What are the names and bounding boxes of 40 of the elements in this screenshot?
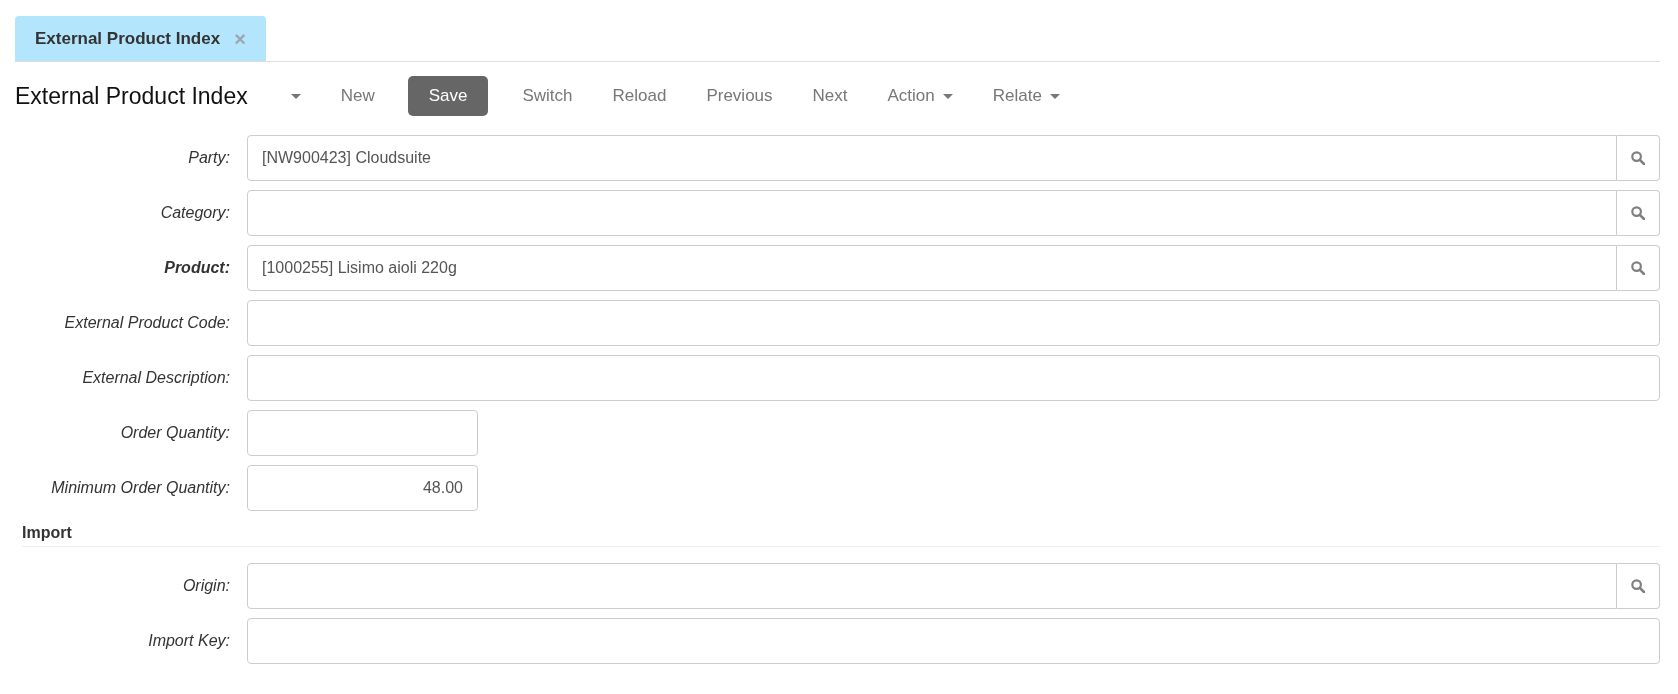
number-field[interactable] bbox=[247, 410, 478, 456]
caret-icon bbox=[942, 93, 953, 99]
search-icon bbox=[1631, 206, 1645, 220]
caret-icon[interactable] bbox=[290, 93, 301, 99]
search-button[interactable] bbox=[1617, 190, 1660, 236]
field-label: Minimum Order Quantity: bbox=[51, 479, 231, 497]
input-field[interactable] bbox=[247, 563, 1617, 609]
toolbar-button[interactable]: Reload bbox=[592, 76, 687, 116]
search-button[interactable] bbox=[1617, 245, 1660, 291]
field-label: Category: bbox=[160, 204, 231, 222]
field-label: Party: bbox=[188, 149, 231, 167]
field-label: Origin: bbox=[182, 577, 231, 595]
search-icon bbox=[1631, 151, 1645, 165]
input-field[interactable] bbox=[247, 355, 1660, 401]
input-field[interactable] bbox=[247, 300, 1660, 346]
toolbar-button[interactable]: Switch bbox=[502, 76, 593, 116]
input-field[interactable]: [NW900423] Cloudsuite bbox=[247, 135, 1617, 181]
field-label: Product: bbox=[164, 259, 231, 277]
toolbar-button[interactable]: New bbox=[320, 76, 395, 116]
toolbar-button[interactable]: Previous bbox=[686, 76, 793, 116]
search-button[interactable] bbox=[1617, 135, 1660, 181]
field-label: Order Quantity: bbox=[120, 424, 231, 442]
dropdown-button[interactable]: Action bbox=[867, 76, 973, 116]
field-label: External Product Code: bbox=[64, 314, 231, 332]
search-icon bbox=[1631, 261, 1645, 275]
search-icon bbox=[1631, 579, 1645, 593]
tab[interactable]: External Product Index × bbox=[15, 16, 266, 61]
search-button[interactable] bbox=[1617, 563, 1660, 609]
number-field[interactable]: 48.00 bbox=[247, 465, 478, 511]
field-label: Import Key: bbox=[148, 632, 231, 650]
toolbar-button[interactable]: Next bbox=[792, 76, 868, 116]
field-label: External Description: bbox=[82, 369, 231, 387]
caret-icon bbox=[1049, 93, 1060, 99]
input-field[interactable] bbox=[247, 618, 1660, 664]
dropdown-button[interactable]: Relate bbox=[972, 76, 1080, 116]
input-field[interactable]: [1000255] Lisimo aioli 220g bbox=[247, 245, 1617, 291]
input-field[interactable] bbox=[247, 190, 1617, 236]
save-button[interactable]: Save bbox=[407, 76, 489, 116]
section-title: Import bbox=[22, 520, 1660, 547]
page-title: External Product Index bbox=[15, 82, 248, 110]
